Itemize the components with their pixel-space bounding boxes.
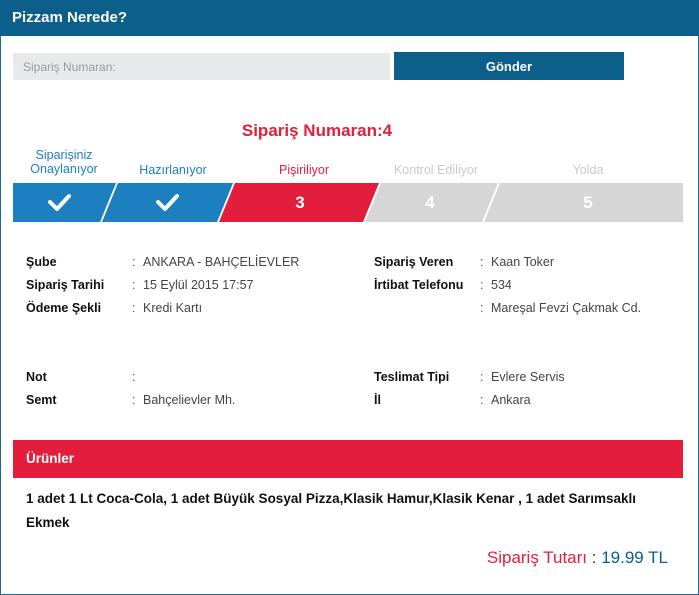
detail-sep: :	[132, 393, 136, 407]
products-header: Ürünler	[13, 440, 683, 478]
detail-label-payment: Ödeme Şekli	[26, 301, 102, 315]
detail-label-delivery-type: Teslimat Tipi	[374, 370, 450, 384]
detail-value-district: Bahçelievler Mh.	[143, 393, 236, 407]
order-progress-bar: 3 4 5	[13, 183, 683, 222]
products-list: 1 adet 1 Lt Coca-Cola, 1 adet Büyük Sosy…	[26, 491, 636, 530]
detail-label-note: Not	[26, 370, 47, 384]
detail-sep: :	[132, 255, 136, 269]
step-number-on-the-way: 5	[583, 193, 592, 212]
detail-label-branch: Şube	[26, 255, 57, 269]
step-label-line: Siparişiniz	[35, 148, 93, 162]
detail-sep: :	[480, 278, 484, 292]
detail-sep: :	[480, 301, 484, 315]
products-title: Ürünler	[26, 451, 75, 466]
detail-value-payment: Kredi Kartı	[143, 301, 203, 315]
detail-label-customer: Sipariş Veren	[374, 255, 454, 269]
detail-sep: :	[132, 278, 136, 292]
detail-label-city: İl	[374, 393, 381, 407]
order-total-value: 19.99 TL	[601, 548, 668, 567]
detail-sep: :	[480, 255, 484, 269]
detail-label-phone: İrtibat Telefonu	[374, 278, 464, 292]
step-label-line: Onaylanıyor	[30, 162, 98, 176]
step-label-preparing: Hazırlanıyor	[139, 163, 207, 177]
detail-value-city: Ankara	[491, 393, 531, 407]
step-number-baking: 3	[295, 193, 304, 212]
detail-label-order-date: Sipariş Tarihi	[26, 278, 105, 292]
step-label-on-the-way: Yolda	[572, 163, 604, 177]
order-total: Sipariş Tutarı : 19.99 TL	[487, 548, 668, 568]
step-label-baking: Pişiriliyor	[279, 163, 329, 177]
detail-value-customer: Kaan Toker	[491, 255, 555, 269]
step-number-checking: 4	[425, 193, 435, 212]
send-button[interactable]: Gönder	[394, 52, 624, 80]
app-title: Pizzam Nerede?	[12, 9, 128, 26]
order-number-input[interactable]	[13, 53, 390, 80]
detail-sep: :	[132, 301, 136, 315]
detail-value-delivery-type: Evlere Servis	[491, 370, 565, 384]
step-label-checking: Kontrol Ediliyor	[393, 163, 479, 177]
detail-label-district: Semt	[26, 393, 57, 407]
detail-sep: :	[132, 370, 136, 384]
step-label-confirmed: Siparişiniz Onaylanıyor	[14, 148, 114, 176]
detail-value-branch: ANKARA - BAHÇELİEVLER	[143, 255, 300, 269]
step-segment-preparing	[102, 183, 233, 222]
detail-sep: :	[480, 393, 484, 407]
detail-value-address: Mareşal Fevzi Çakmak Cd.	[491, 301, 642, 315]
detail-value-phone: 534	[491, 278, 511, 292]
order-number-title: Sipariş Numaran:4	[241, 121, 393, 140]
order-total-label: Sipariş Tutarı	[486, 548, 588, 567]
app-header: Pizzam Nerede?	[0, 0, 699, 36]
detail-sep: :	[480, 370, 484, 384]
order-total-sep: :	[587, 548, 602, 567]
detail-value-order-date: 15 Eylül 2015 17:57	[143, 278, 254, 292]
